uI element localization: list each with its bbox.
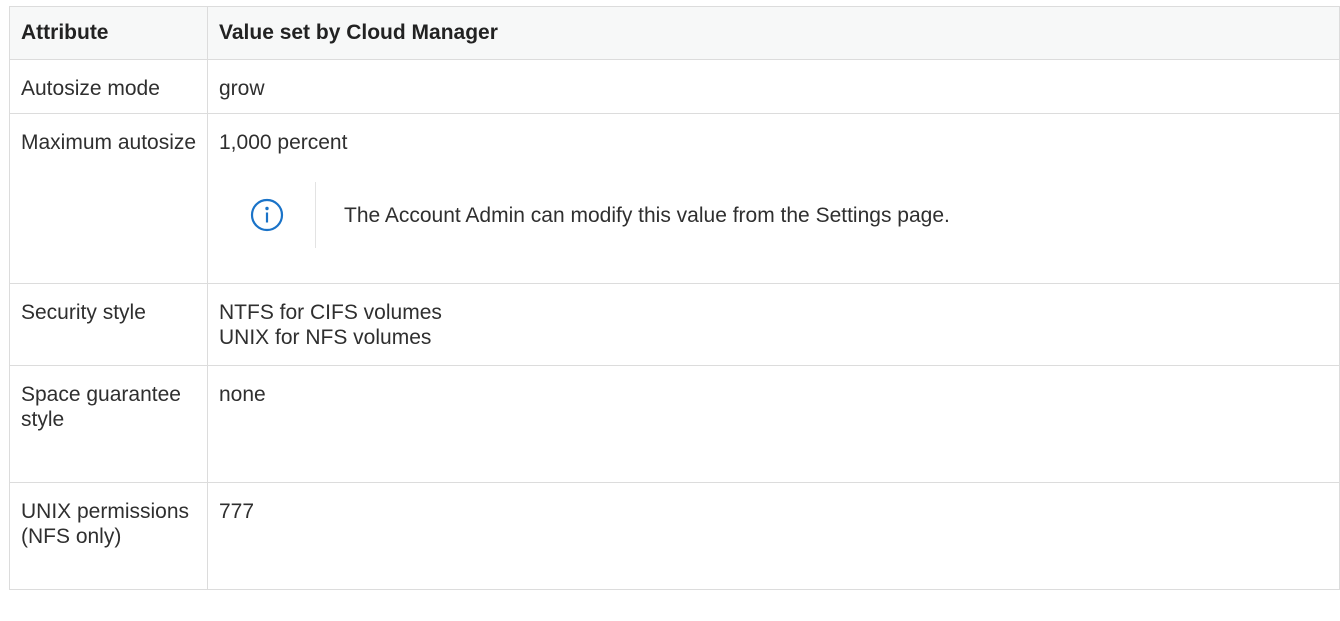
value-cell: none xyxy=(207,365,1340,483)
info-note-text: The Account Admin can modify this value … xyxy=(344,203,950,227)
attribute-cell: Space guarantee style xyxy=(9,365,208,483)
info-icon xyxy=(219,182,316,248)
attribute-cell: Maximum autosize xyxy=(9,113,208,284)
table-row: UNIX permissions (NFS only) 777 xyxy=(9,482,1340,590)
table-row: Maximum autosize 1,000 percent The Accou… xyxy=(9,113,1340,284)
attribute-cell: UNIX permissions (NFS only) xyxy=(9,482,208,590)
value-cell: NTFS for CIFS volumes UNIX for NFS volum… xyxy=(207,283,1340,366)
value-text: 1,000 percent xyxy=(219,131,348,154)
value-cell: grow xyxy=(207,59,1340,114)
attribute-cell: Autosize mode xyxy=(9,59,208,114)
column-header-attribute: Attribute xyxy=(9,6,208,60)
table-row: Security style NTFS for CIFS volumes UNI… xyxy=(9,283,1340,366)
value-line: NTFS for CIFS volumes xyxy=(219,301,442,324)
info-note: The Account Admin can modify this value … xyxy=(219,182,1339,248)
table-row: Autosize mode grow xyxy=(9,59,1340,114)
column-header-value: Value set by Cloud Manager xyxy=(207,6,1340,60)
attributes-table: Attribute Value set by Cloud Manager Aut… xyxy=(9,6,1340,590)
table-row: Space guarantee style none xyxy=(9,365,1340,483)
value-cell: 1,000 percent The Account Admin can modi… xyxy=(207,113,1340,284)
attribute-cell: Security style xyxy=(9,283,208,366)
value-cell: 777 xyxy=(207,482,1340,590)
value-line: UNIX for NFS volumes xyxy=(219,326,432,349)
table-header-row: Attribute Value set by Cloud Manager xyxy=(9,6,1340,60)
